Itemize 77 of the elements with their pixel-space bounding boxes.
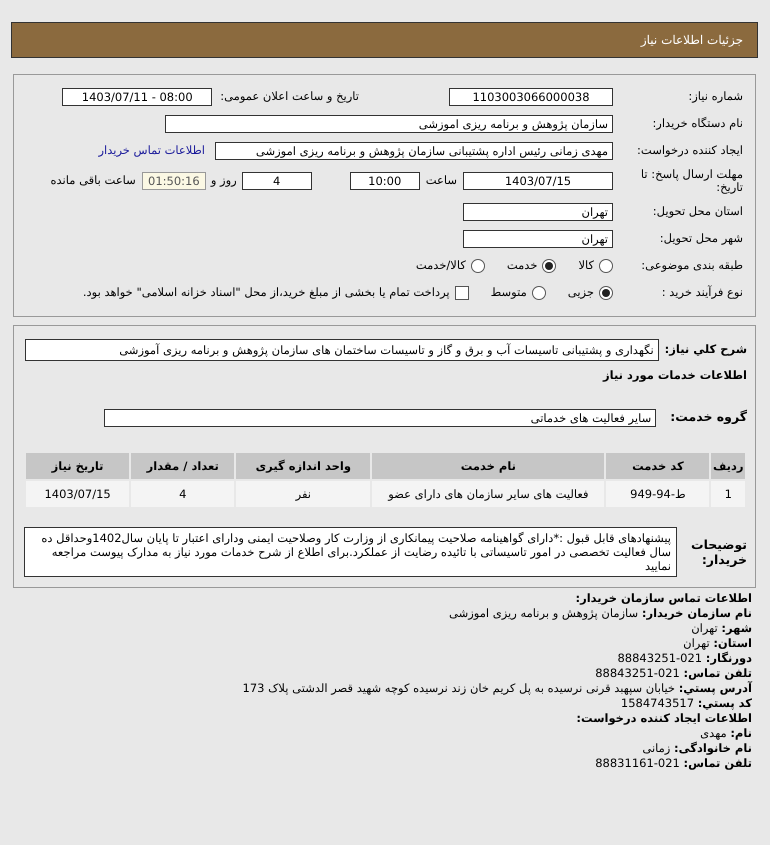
field-label: نوع فرآیند خرید : xyxy=(660,284,743,301)
column-header: نام خدمت xyxy=(372,453,604,480)
buyer-contact-link[interactable]: اطلاعات تماس خریدار xyxy=(98,142,205,160)
checkbox-label: پرداخت تمام یا بخشی از مبلغ خرید،از محل "اسناد خزانه اسلامی" خواهد بود. xyxy=(82,284,450,301)
field-label: طبقه بندی موضوعی: xyxy=(640,256,743,274)
contact-value: 88843251-021 xyxy=(617,651,702,666)
contact-value: مهدی xyxy=(700,726,727,740)
contact-value: خیابان سپهبد قرنی نرسیده به پل کریم خان زند نرسیده کوچه شهید قصر الدشتی پلاک 173 xyxy=(242,681,676,696)
contact-label: دورنگار: xyxy=(706,651,752,666)
column-header: تاریخ نیاز xyxy=(26,453,130,480)
contact-label: استان: xyxy=(713,636,752,650)
table-cell: ط-94-949 xyxy=(606,481,710,508)
summary-field[interactable]: نگهداری و پشتیبانی تاسیسات آب و برق و گاز و تاسیسات ساختمان های سازمان پژوهش و برنامه ریزی آموزشی xyxy=(24,338,659,360)
field-label: شماره نیاز: xyxy=(687,88,743,105)
contact-label: شهر: xyxy=(721,621,752,636)
contact-value: 88843251-021 xyxy=(595,666,680,680)
field-label: شهر محل تحویل: xyxy=(658,230,743,247)
field-label: ایجاد کننده درخواست: xyxy=(636,142,743,159)
contact-label: کد پستي: xyxy=(698,696,752,710)
province-field[interactable]: تهران xyxy=(463,202,613,220)
need-number-field[interactable]: 1103003066000038 xyxy=(449,88,613,106)
radio-label: خدمت xyxy=(506,256,538,274)
field-label: توضیحات خریدار: xyxy=(690,537,747,568)
checkbox[interactable] xyxy=(454,286,469,300)
table-cell: 1 xyxy=(711,481,745,508)
radio-button[interactable] xyxy=(599,258,613,272)
field-label: استان محل تحویل: xyxy=(652,202,743,220)
field-label: نام دستگاه خریدار: xyxy=(651,114,743,132)
contact-label: تلفن تماس: xyxy=(684,756,752,770)
field-label: ساعت باقی مانده xyxy=(50,172,136,190)
column-header: واحد اندازه گیری xyxy=(236,453,370,480)
contact-value: تهران xyxy=(683,636,710,650)
radio-label: کالا xyxy=(578,256,594,274)
contact-label: نام سازمان خریدار: xyxy=(642,606,752,620)
radio-button[interactable] xyxy=(532,286,546,300)
column-header: تعداد / مقدار xyxy=(131,453,234,480)
section-title: اطلاعات خدمات مورد نیاز xyxy=(602,367,747,384)
contact-value: 1584743517 xyxy=(620,696,694,710)
table-cell: 4 xyxy=(131,481,234,508)
requester-field[interactable]: مهدی زمانی رئیس اداره پشتیبانی سازمان پژوهش و برنامه ریزی اموزشی xyxy=(215,142,613,160)
days-field[interactable]: 4 xyxy=(242,172,312,190)
section-heading: اطلاعات ایجاد کننده درخواست: xyxy=(575,711,752,726)
announce-date-field[interactable]: 1403/07/11 - 08:00 xyxy=(62,88,212,106)
column-header: کد خدمت xyxy=(606,453,710,480)
radio-button[interactable] xyxy=(470,258,485,272)
section-heading: اطلاعات تماس سازمان خریدار: xyxy=(574,591,752,606)
table-cell: فعالیت های سایر سازمان های دارای عضو xyxy=(372,481,604,508)
contact-value: تهران xyxy=(691,621,718,636)
city-field[interactable]: تهران xyxy=(463,230,613,248)
page-title: جزئیات اطلاعات نیاز xyxy=(11,22,758,58)
deadline-time-field[interactable]: 10:00 xyxy=(350,172,420,190)
contact-value: 88831161-021 xyxy=(595,756,680,770)
field-label: گروه خدمت: xyxy=(670,408,747,426)
column-header: ردیف xyxy=(711,453,745,480)
contact-label: تلفن تماس: xyxy=(684,666,752,680)
field-label: روز و xyxy=(210,172,237,190)
contact-value: زمانی xyxy=(642,741,670,756)
table-cell: 1403/07/15 xyxy=(26,481,130,508)
deadline-date-field[interactable]: 1403/07/15 xyxy=(463,172,613,190)
field-label: مهلت ارسال پاسخ: تا تاریخ: xyxy=(640,168,743,194)
service-group-field[interactable]: سایر فعالیت های خدماتی xyxy=(104,408,656,427)
contact-label: نام: xyxy=(730,726,752,740)
contact-label: نام خانوادگی: xyxy=(674,741,752,756)
field-label: ساعت xyxy=(426,172,457,190)
contact-label: آدرس پستي: xyxy=(678,681,752,696)
radio-label: جزیی xyxy=(568,284,594,301)
contact-value: سازمان پژوهش و برنامه ریزی اموزشی xyxy=(448,606,638,620)
radio-button[interactable] xyxy=(599,286,613,300)
radio-label: کالا/خدمت xyxy=(416,256,466,274)
buyer-org-field[interactable]: سازمان پژوهش و برنامه ریزی اموزشی xyxy=(165,114,613,132)
radio-button[interactable] xyxy=(542,258,556,272)
field-label: تاریخ و ساعت اعلان عمومی: xyxy=(220,88,359,105)
radio-label: متوسط xyxy=(490,284,527,301)
notes-box: پیشنهادهای قابل قبول :*دارای گواهینامه صلاحیت پیمانکاری از وزارت کار وصلاحیت ایمنی ودارای اعتبار تا پایان سال1402وحداقل ده سال فعالیت تخصصی در امور تاسیساتی با تائیده رضایت از عملکرد.برای اطلاع از شرح خدمات مورد نیاز به مدارک پیوست مراجعه نمایید xyxy=(24,527,677,578)
remaining-time-field[interactable]: 01:50:16 xyxy=(142,172,206,190)
field-label: شرح کلي نیاز: xyxy=(664,340,747,358)
table-cell: نفر xyxy=(236,481,370,508)
